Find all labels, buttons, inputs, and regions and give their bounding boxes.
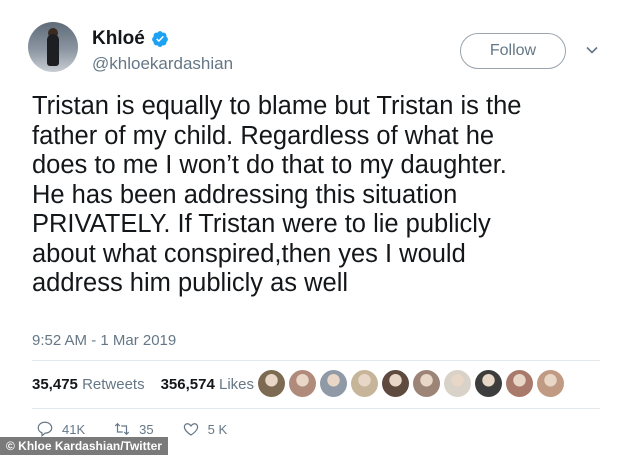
like-count: 5 K bbox=[207, 421, 228, 437]
like-icon[interactable] bbox=[182, 420, 200, 438]
likes-stat[interactable]: 356,574 Likes bbox=[161, 376, 254, 393]
likes-label: Likes bbox=[219, 376, 255, 393]
liker-avatar[interactable] bbox=[320, 370, 347, 397]
tweet-line: address him publicly as well bbox=[32, 269, 349, 297]
liker-avatar[interactable] bbox=[506, 370, 533, 397]
liker-avatar[interactable] bbox=[351, 370, 378, 397]
liker-avatar[interactable] bbox=[475, 370, 502, 397]
liker-avatar[interactable] bbox=[537, 370, 564, 397]
liker-avatar[interactable] bbox=[289, 370, 316, 397]
tweet-line: Tristan is equally to blame but Tristan … bbox=[32, 92, 522, 120]
likes-count: 356,574 bbox=[160, 376, 215, 393]
divider bbox=[32, 360, 600, 361]
tweet-line: father of my child. Regardless of what h… bbox=[32, 121, 495, 150]
reply-count: 41K bbox=[62, 421, 86, 437]
divider bbox=[32, 408, 600, 409]
retweet-count: 35 bbox=[139, 421, 154, 437]
liker-avatar[interactable] bbox=[258, 370, 285, 397]
liker-avatar[interactable] bbox=[382, 370, 409, 397]
retweet-icon[interactable] bbox=[113, 420, 131, 438]
photo-credit: © Khloe Kardashian/Twitter bbox=[0, 437, 168, 455]
avatar-figure bbox=[47, 34, 59, 66]
retweets-label: Retweets bbox=[82, 376, 145, 393]
follow-button[interactable]: Follow bbox=[460, 33, 566, 69]
liker-avatar[interactable] bbox=[413, 370, 440, 397]
display-name[interactable]: Khloé bbox=[92, 28, 145, 50]
tweet-line: about what conspired,then yes I would bbox=[32, 239, 466, 268]
verified-badge-icon bbox=[151, 31, 168, 47]
retweets-stat[interactable]: 35,475 Retweets bbox=[32, 376, 145, 393]
profile-avatar[interactable] bbox=[28, 22, 78, 72]
tweet-line: He has been addressing this situation bbox=[32, 180, 458, 209]
retweets-count: 35,475 bbox=[32, 376, 78, 393]
tweet-line: does to me I won’t do that to my daughte… bbox=[32, 151, 507, 179]
liker-avatars bbox=[258, 370, 564, 397]
chevron-down-icon[interactable] bbox=[585, 43, 599, 57]
engagement-stats: 35,475 Retweets 356,574 Likes bbox=[32, 376, 264, 393]
user-handle[interactable]: @khloekardashian bbox=[92, 54, 233, 74]
tweet-line: PRIVATELY. If Tristan were to lie public… bbox=[32, 210, 491, 238]
tweet-actions: 41K 35 5 K bbox=[36, 420, 227, 438]
tweet-text: Tristan is equally to blame but Tristan … bbox=[32, 92, 612, 299]
reply-icon[interactable] bbox=[36, 420, 54, 438]
liker-avatar[interactable] bbox=[444, 370, 471, 397]
name-row: Khloé bbox=[92, 28, 169, 50]
tweet-timestamp[interactable]: 9:52 AM - 1 Mar 2019 bbox=[32, 332, 176, 349]
